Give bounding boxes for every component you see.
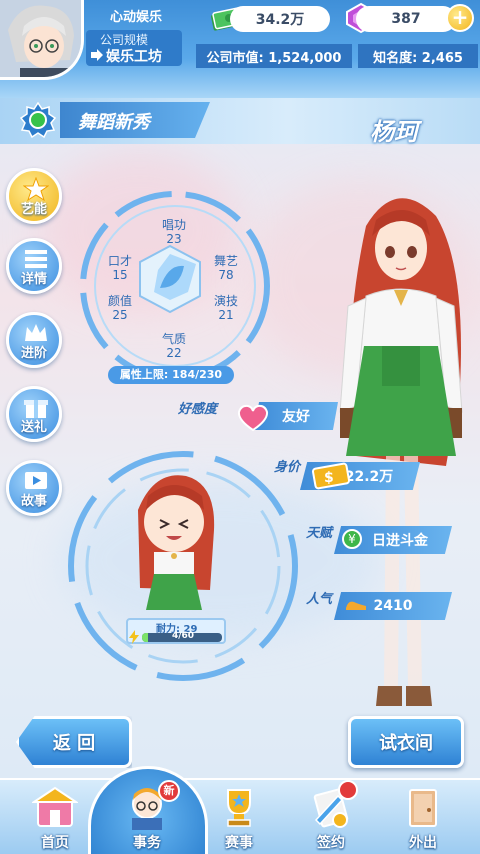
player-avatar[interactable]: [0, 0, 84, 80]
attribute-limit: 属性上限: 184/230: [108, 366, 234, 384]
attr-name: 气质: [161, 332, 186, 346]
nav-home[interactable]: 首页: [20, 782, 90, 852]
category-badge-icon: [20, 102, 56, 138]
nav-outing[interactable]: 外出: [388, 782, 458, 852]
company-name: 心动娱乐: [110, 10, 163, 25]
side-btn-label: 送礼: [20, 420, 47, 435]
new-badge: 新: [158, 780, 180, 802]
add-currency-button[interactable]: +: [446, 4, 474, 32]
attr-value: 22: [166, 346, 182, 360]
notification-badge: [338, 780, 358, 800]
price-label: 身价: [274, 460, 301, 475]
affinity-label: 好感度: [178, 402, 218, 417]
dressing-room-button[interactable]: 试衣间: [348, 716, 464, 768]
nav-label: 赛事: [225, 835, 253, 851]
company-fame: 知名度: 2,465: [358, 44, 478, 68]
nav-label: 首页: [41, 835, 69, 851]
side-btn-talent[interactable]: 艺能: [6, 168, 62, 224]
arrow-right-icon: [91, 49, 103, 61]
talent-value-text: 日进斗金: [372, 533, 428, 549]
character-name: 杨珂: [370, 118, 418, 146]
ticket-icon: $: [312, 462, 351, 490]
back-button[interactable]: 返 回: [16, 716, 132, 768]
attr-value: 21: [218, 308, 234, 322]
avatar-portrait-icon: [0, 0, 81, 77]
attr-name: 舞艺: [213, 254, 238, 268]
attr-dance: 舞艺 78: [206, 254, 246, 282]
home-icon: [32, 786, 78, 827]
nav-label: 外出: [409, 835, 437, 851]
door-icon: [409, 789, 437, 827]
character-portrait: [339, 198, 463, 706]
attr-value: 78: [218, 268, 234, 282]
heart-icon: [237, 404, 269, 432]
trophy-icon: [227, 789, 251, 827]
side-btn-gift[interactable]: 送礼: [6, 386, 62, 442]
nav-competition[interactable]: 赛事: [204, 782, 274, 852]
attr-value: 23: [166, 232, 182, 246]
attr-name: 口才: [107, 254, 132, 268]
coin-icon: ¥: [342, 529, 362, 549]
stamina-value: 4/60: [172, 631, 195, 641]
talent-label: 天赋: [306, 526, 333, 541]
svg-text:$: $: [324, 470, 334, 486]
attr-value: 15: [112, 268, 128, 282]
side-btn-label: 艺能: [20, 202, 47, 217]
lightning-icon: [129, 630, 139, 644]
nav-label: 签约: [317, 835, 345, 851]
attr-acting: 演技 21: [206, 294, 246, 322]
attr-temperament: 气质 22: [154, 332, 194, 360]
side-btn-advance[interactable]: 进阶: [6, 312, 62, 368]
company-scale-value: 娱乐工坊: [106, 49, 162, 65]
side-btn-story[interactable]: 故事: [6, 460, 62, 516]
side-btn-details[interactable]: 详情: [6, 238, 62, 294]
nav-label: 事务: [133, 835, 161, 851]
stamina-panel: 耐力: 29 4/60: [126, 618, 226, 644]
popularity-label: 人气: [306, 592, 333, 607]
side-btn-label: 进阶: [20, 346, 47, 361]
category-label: 舞蹈新秀: [78, 112, 150, 133]
side-btn-label: 详情: [20, 272, 47, 287]
chibi-character: [138, 475, 215, 610]
attr-eloquence: 口才 15: [100, 254, 140, 282]
company-market-value: 公司市值: 1,524,000: [196, 44, 352, 68]
stamina-bar-fill: [142, 633, 148, 642]
attr-looks: 颜值 25: [100, 294, 140, 322]
attribute-hexagon: [139, 244, 201, 314]
shoe-icon: [346, 601, 366, 610]
side-btn-label: 故事: [20, 494, 47, 509]
attr-singing: 唱功 23: [154, 218, 194, 246]
company-scale-box[interactable]: 公司规模 娱乐工坊: [86, 30, 182, 66]
attr-value: 25: [112, 308, 128, 322]
attr-name: 颜值: [107, 294, 132, 308]
gem-amount: 387: [356, 6, 456, 32]
attr-name: 唱功: [161, 218, 186, 232]
cash-amount: 34.2万: [230, 6, 330, 32]
attr-name: 演技: [213, 294, 238, 308]
